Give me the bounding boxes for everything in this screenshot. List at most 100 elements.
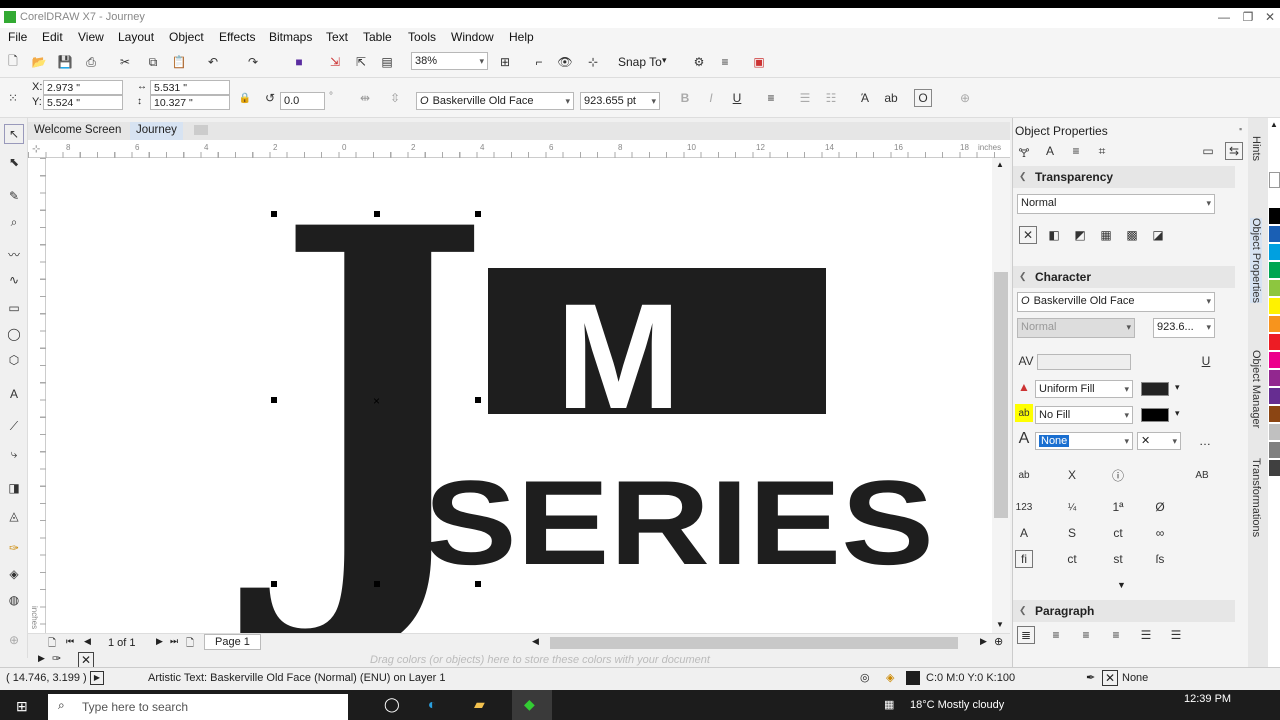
freehand-tool-icon[interactable]: 〰: [4, 244, 24, 264]
open-icon[interactable]: 📂: [30, 53, 48, 71]
height-field[interactable]: 10.327 ": [150, 95, 230, 110]
align-none-icon[interactable]: ≣: [1017, 626, 1035, 644]
menu-text[interactable]: Text: [326, 30, 348, 44]
export-icon[interactable]: ⇱: [352, 53, 370, 71]
bullet-list-icon[interactable]: ☰: [796, 89, 814, 107]
rotation-angle-field[interactable]: 0.0: [280, 92, 325, 110]
transparency-header[interactable]: ❮ Transparency: [1013, 166, 1235, 188]
fractions-icon[interactable]: ¼: [1063, 498, 1081, 516]
text-tool-icon[interactable]: A: [4, 384, 24, 404]
texture-transparency-icon[interactable]: ▩: [1123, 226, 1141, 244]
swash-icon[interactable]: A: [1015, 524, 1033, 542]
font-list-select[interactable]: O Baskerville Old Face ▾: [416, 92, 574, 110]
long-s-icon[interactable]: ſs: [1151, 550, 1169, 568]
palette-swatch[interactable]: [1269, 388, 1280, 404]
mirror-vertical-icon[interactable]: ⇳: [386, 89, 404, 107]
print-icon[interactable]: ⎙: [82, 53, 100, 71]
coreldraw-taskbar-button[interactable]: ◆: [512, 690, 552, 720]
lock-ratio-icon[interactable]: 🔒: [236, 89, 254, 107]
palette-swatch[interactable]: [1269, 244, 1280, 260]
first-page-icon[interactable]: ⏮: [66, 636, 74, 647]
scroll-down-icon[interactable]: ▼: [996, 620, 1004, 629]
horizontal-scroll-thumb[interactable]: [550, 637, 958, 649]
more-options-icon[interactable]: …: [1199, 434, 1211, 448]
character-tab-icon[interactable]: A: [1041, 142, 1059, 160]
menu-layout[interactable]: Layout: [118, 30, 154, 44]
prev-page-icon[interactable]: ◀: [84, 636, 91, 647]
guidelines-icon[interactable]: ⊹: [584, 53, 602, 71]
text-align-icon[interactable]: ≡: [762, 89, 780, 107]
transformations-tab[interactable]: Transformations: [1250, 458, 1262, 537]
menu-window[interactable]: Window: [451, 30, 494, 44]
menu-tools[interactable]: Tools: [408, 30, 436, 44]
align-center-icon[interactable]: ≡: [1077, 626, 1095, 644]
tab-welcome-screen[interactable]: Welcome Screen: [28, 122, 128, 140]
add-tool-icon[interactable]: ⊕: [4, 630, 24, 650]
palette-no-color-icon[interactable]: [1269, 172, 1280, 188]
taskbar-search-box[interactable]: ⌕ Type here to search: [48, 694, 348, 720]
polygon-tool-icon[interactable]: ⬡: [4, 350, 24, 370]
drop-shadow-icon[interactable]: ◨: [4, 478, 24, 498]
discretionary-ligature-icon[interactable]: ct: [1063, 550, 1081, 568]
contextual-icon[interactable]: ct: [1109, 524, 1127, 542]
paste-icon[interactable]: 📋: [170, 53, 188, 71]
palette-swatch[interactable]: [1269, 406, 1280, 422]
palette-scroll-up-icon[interactable]: ▲: [1270, 120, 1278, 129]
font-o-icon[interactable]: O: [914, 89, 932, 107]
align-right-icon[interactable]: ≡: [1107, 626, 1125, 644]
ordinals-icon[interactable]: 1ª: [1109, 498, 1127, 516]
paragraph-tab-icon[interactable]: ≡: [1067, 142, 1085, 160]
palette-swatch[interactable]: [1269, 298, 1280, 314]
menu-bitmaps[interactable]: Bitmaps: [269, 30, 312, 44]
search-content-icon[interactable]: ■: [290, 53, 308, 71]
background-fill-select[interactable]: No Fill ▾: [1035, 406, 1133, 424]
next-page-icon[interactable]: ▶: [156, 636, 163, 647]
add-icon[interactable]: ⊕: [956, 89, 974, 107]
transparency-mode-select[interactable]: Normal ▾: [1017, 194, 1215, 214]
numerals-icon[interactable]: 123: [1015, 498, 1033, 516]
edge-browser-icon[interactable]: ◐: [428, 696, 436, 712]
width-field[interactable]: 5.531 ": [150, 80, 230, 95]
paragraph-header[interactable]: ❮ Paragraph: [1013, 600, 1235, 622]
character-header[interactable]: ❮ Character: [1013, 266, 1235, 288]
position-icon[interactable]: ⓘ: [1109, 466, 1127, 484]
align-icon[interactable]: ≡: [716, 53, 734, 71]
uniform-transparency-icon[interactable]: ◧: [1045, 226, 1063, 244]
collapse-icon[interactable]: ❮: [1019, 171, 1027, 182]
pattern-transparency-icon[interactable]: ▦: [1097, 226, 1115, 244]
rectangle-tool-icon[interactable]: ▭: [4, 298, 24, 318]
object-manager-tab[interactable]: Object Manager: [1250, 350, 1262, 428]
zoom-level-select[interactable]: 38% ▾: [411, 52, 488, 70]
weather-text[interactable]: 18°C Mostly cloudy: [910, 699, 1004, 711]
page-tab[interactable]: Page 1: [204, 634, 261, 650]
font-size-select[interactable]: 923.655 pt ▾: [580, 92, 660, 110]
menu-table[interactable]: Table: [363, 30, 392, 44]
palette-swatch[interactable]: [1269, 280, 1280, 296]
eyedropper-icon[interactable]: ✑: [4, 538, 24, 558]
vertical-scroll-thumb[interactable]: [994, 272, 1008, 518]
outline-width-select[interactable]: None ▾: [1035, 432, 1133, 450]
menu-help[interactable]: Help: [509, 30, 534, 44]
close-button[interactable]: ✕: [1256, 8, 1280, 28]
connector-tool-icon[interactable]: ⤷: [4, 444, 24, 464]
options-icon[interactable]: ⚙: [690, 53, 708, 71]
crop-tool-icon[interactable]: ✎: [4, 186, 24, 206]
drop-cap-icon[interactable]: ☷: [822, 89, 840, 107]
snap-to-menu[interactable]: Snap To: [618, 55, 662, 69]
mirror-horizontal-icon[interactable]: ⇹: [356, 89, 374, 107]
force-justify-icon[interactable]: ☰: [1167, 626, 1185, 644]
background-color-swatch[interactable]: [1141, 408, 1169, 422]
fill-tab-icon[interactable]: 🝖: [1015, 142, 1033, 160]
collapse-character-icon[interactable]: ❮: [1019, 271, 1027, 282]
rulers-icon[interactable]: ⌐: [530, 53, 548, 71]
weather-icon[interactable]: ▦: [884, 698, 894, 711]
new-icon[interactable]: 🗋: [4, 53, 22, 71]
no-transparency-icon[interactable]: ✕: [1019, 226, 1037, 244]
object-properties-tab[interactable]: Object Properties: [1250, 218, 1262, 303]
task-view-icon[interactable]: ◯: [384, 696, 400, 713]
fountain-transparency-icon[interactable]: ◩: [1071, 226, 1089, 244]
palette-swatch[interactable]: [1269, 370, 1280, 386]
scroll-up-icon[interactable]: ▲: [996, 160, 1004, 169]
text-properties-icon[interactable]: Ά: [856, 89, 874, 107]
tab-journey[interactable]: Journey: [130, 122, 183, 140]
